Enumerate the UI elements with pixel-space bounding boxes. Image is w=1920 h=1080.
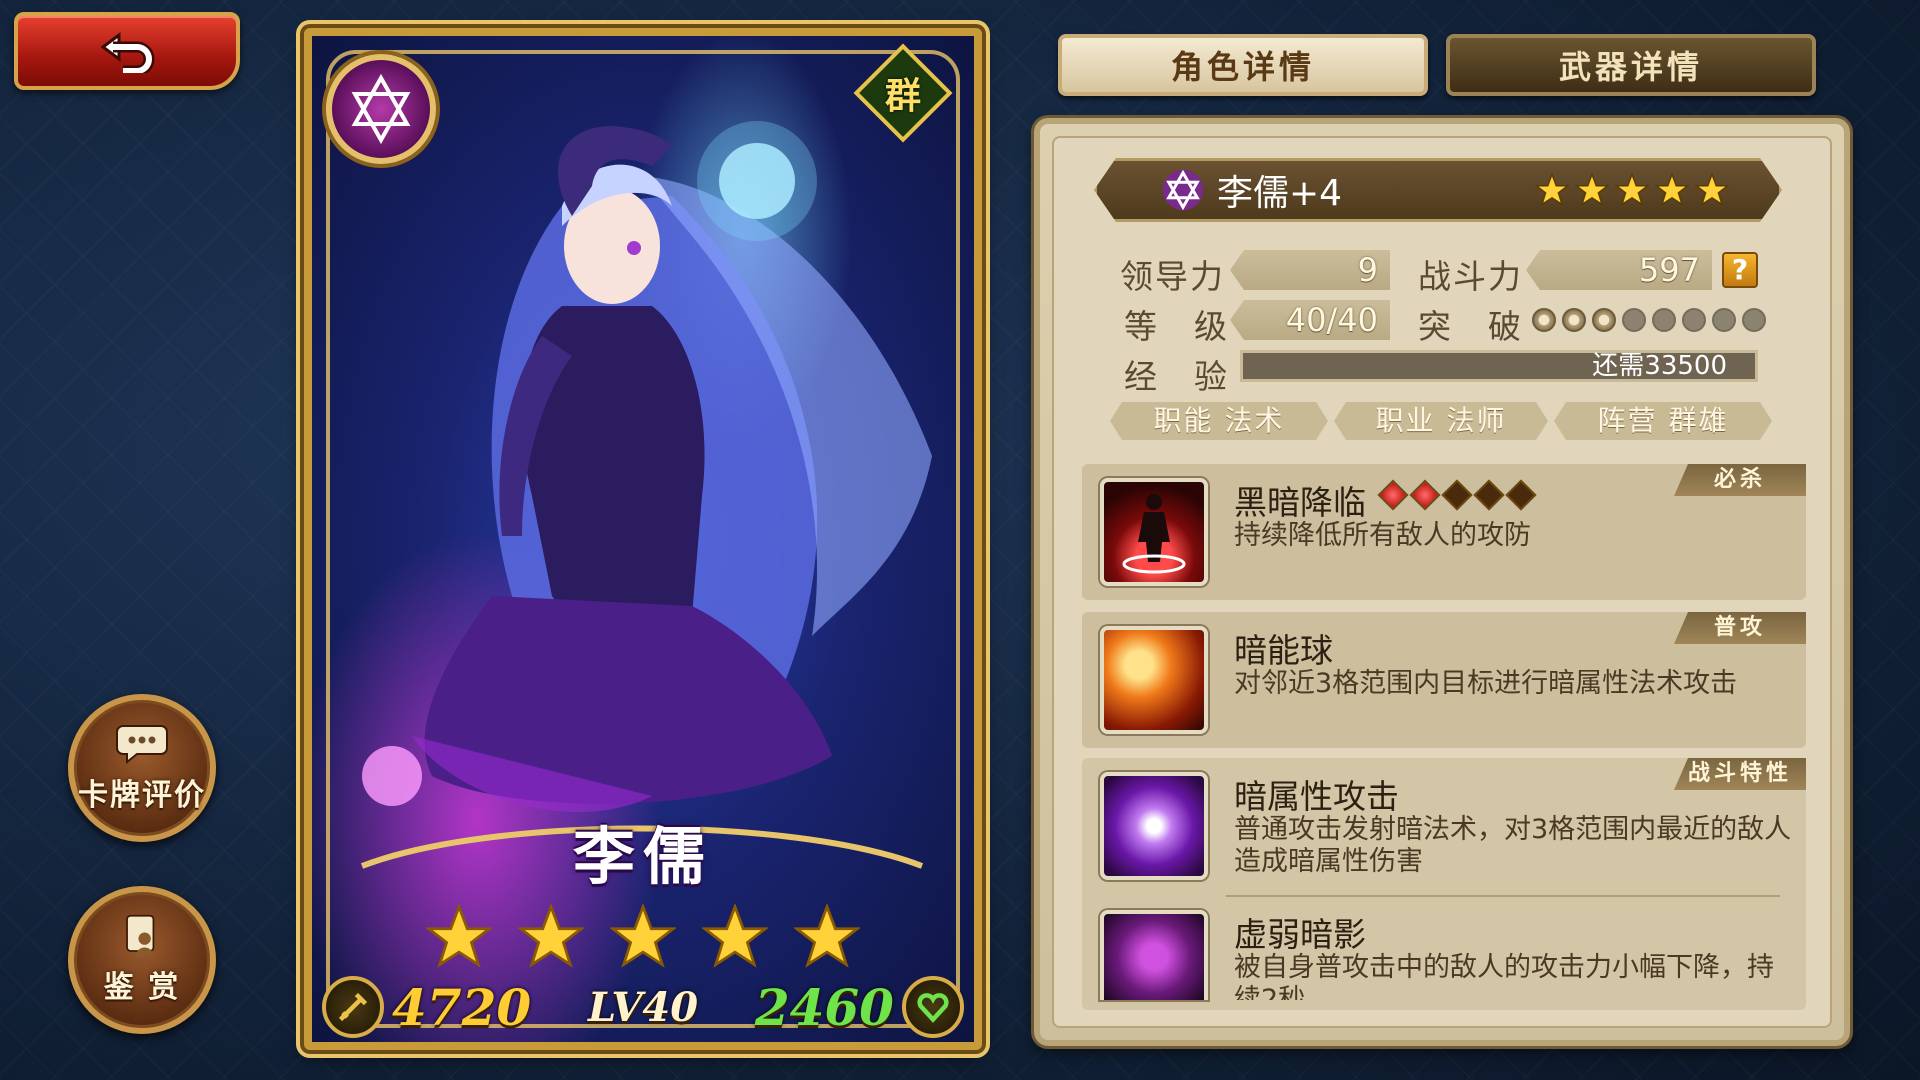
tab-character-details[interactable]: 角色详情 [1058,34,1428,96]
leadership-label: 领导力 [1120,257,1225,296]
divider [1226,895,1780,897]
break-progress [1532,308,1766,332]
tab-weapon-details[interactable]: 武器详情 [1446,34,1816,96]
power-help-button[interactable]: ? [1722,252,1758,288]
card-review-button[interactable]: 卡牌评价 [68,694,216,842]
level-value: 40/40 [1230,300,1390,340]
star-icon [1575,173,1609,207]
break-dot [1622,308,1646,332]
break-label: 突 破 [1418,307,1523,346]
title-star-rating [1535,173,1729,207]
star-icon [518,904,584,968]
skill-name: 虚弱暗影 [1234,915,1366,954]
character-title-bar: 李儒+4 [1094,158,1782,222]
skill-description: 持续降低所有敌人的攻防 [1234,520,1531,551]
star-icon [426,904,492,968]
break-dot [1712,308,1736,332]
dark-orb-skill-icon [1100,626,1208,734]
card-stats-bar: 4720 LV40 2460 [308,972,978,1042]
star-icon [794,904,860,968]
break-dot [1592,308,1616,332]
hexagram-icon [1161,168,1205,212]
leadership-value: 9 [1230,250,1390,290]
character-title: 李儒+4 [1217,173,1343,214]
skill-description: 普通攻击发射暗法术，对3格范围内最近的敌人造成暗属性伤害 [1234,814,1792,877]
skill-type-tag: 战斗特性 [1674,758,1806,790]
break-dot [1742,308,1766,332]
card-star-rating [312,904,974,970]
break-dot [1562,308,1586,332]
star-icon [1655,173,1689,207]
dark-descent-skill-icon [1100,478,1208,586]
hexagram-icon [351,73,411,145]
weak-shadow-skill-icon [1100,910,1208,1000]
card-review-label: 卡牌评价 [78,778,206,813]
skill-name: 暗属性攻击 [1234,777,1399,816]
skill-name: 黑暗降临 [1234,483,1366,522]
speech-bubble-icon [116,725,168,765]
level-label: 等 级 [1124,307,1229,346]
break-dot [1682,308,1706,332]
skill-normal-attack[interactable]: 暗能球 对邻近3格范围内目标进行暗属性法术攻击 普攻 [1082,612,1806,748]
star-icon [1615,173,1649,207]
exp-label: 经 验 [1124,357,1229,396]
appreciate-label: 鉴 赏 [103,970,181,1005]
back-button[interactable] [14,12,240,90]
return-arrow-icon [100,32,155,73]
hexagram-emblem [326,54,436,164]
diamond-icon [1441,479,1473,511]
dark-attack-skill-icon [1100,772,1208,880]
card-attack-value: 4720 [392,977,532,1037]
character-card[interactable]: 群 李儒 [304,28,982,1050]
card-level-value: LV40 [587,983,699,1031]
card-hp-value: 2460 [754,977,894,1037]
skill-battle-traits[interactable]: 暗属性攻击 普通攻击发射暗法术，对3格范围内最近的敌人造成暗属性伤害 战斗特性 … [1082,758,1806,1010]
skill-description: 对邻近3格范围内目标进行暗属性法术攻击 [1234,668,1738,699]
star-icon [610,904,676,968]
break-dot [1652,308,1676,332]
skill-type-tag: 必杀 [1674,464,1806,496]
skill-level-diamonds [1377,479,1537,511]
diamond-icon [1409,479,1441,511]
job-tag: 职业 法师 [1334,402,1548,440]
skill-description: 被自身普攻击中的敌人的攻击力小幅下降，持续2秒 [1234,952,1774,1000]
sword-icon [322,976,384,1038]
diamond-icon [1473,479,1505,511]
skill-type-tag: 普攻 [1674,612,1806,644]
card-character-name: 李儒 [572,820,713,893]
faction-badge-text: 群 [884,74,922,117]
heart-icon [901,976,964,1038]
power-value: 597 [1526,250,1712,290]
star-icon [702,904,768,968]
star-icon [1695,173,1729,207]
diamond-icon [1505,479,1537,511]
diamond-icon [1377,479,1409,511]
star-icon [1535,173,1569,207]
power-label: 战斗力 [1418,257,1523,296]
appreciate-button[interactable]: 鉴 赏 [68,886,216,1034]
break-dot [1532,308,1556,332]
exp-bar: 还需33500 [1240,350,1758,382]
camp-tag: 阵营 群雄 [1554,402,1772,440]
skill-name: 暗能球 [1234,631,1333,670]
function-tag: 职能 法术 [1110,402,1328,440]
portrait-card-icon [126,914,155,957]
